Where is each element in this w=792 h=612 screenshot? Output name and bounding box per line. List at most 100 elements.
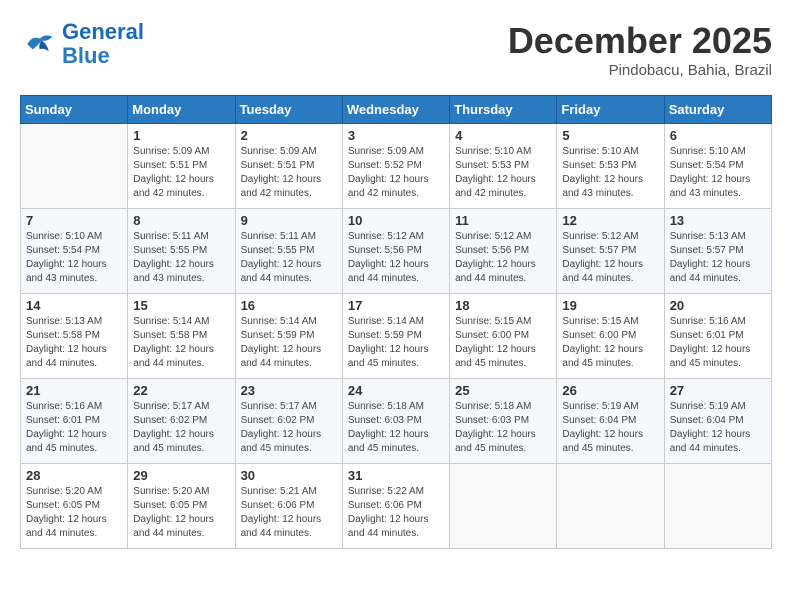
column-header-saturday: Saturday [664,96,771,124]
day-cell: 10 Sunrise: 5:12 AM Sunset: 5:56 PM Dayli… [342,209,449,294]
calendar-body: 1 Sunrise: 5:09 AM Sunset: 5:51 PM Daylig… [21,124,772,549]
day-number: 8 [133,213,229,228]
week-row-4: 21Sunrise: 5:16 AM Sunset: 6:01 PM Dayli… [21,379,772,464]
logo-line1: General [62,19,144,44]
day-info: Sunrise: 5:13 AM Sunset: 5:58 PM Dayligh… [26,315,122,371]
day-cell: 5 Sunrise: 5:10 AM Sunset: 5:53 PM Daylig… [557,124,664,209]
day-number: 10 [348,213,444,228]
day-cell [557,464,664,549]
day-info: Sunrise: 5:12 AM Sunset: 5:57 PM Dayligh… [562,230,658,286]
day-cell [21,124,128,209]
day-info: Sunrise: 5:09 AM Sunset: 5:51 PM Dayligh… [133,145,229,201]
day-cell: 15 Sunrise: 5:14 AM Sunset: 5:58 PM Dayli… [128,294,235,379]
day-cell: 19 Sunrise: 5:15 AM Sunset: 6:00 PM Dayli… [557,294,664,379]
week-row-1: 1 Sunrise: 5:09 AM Sunset: 5:51 PM Daylig… [21,124,772,209]
day-info: Sunrise: 5:10 AM Sunset: 5:53 PM Dayligh… [562,145,658,201]
day-number: 19 [562,298,658,313]
day-info: Sunrise: 5:19 AM Sunset: 6:04 PM Dayligh… [562,400,658,456]
day-info: Sunrise: 5:22 AM Sunset: 6:06 PM Dayligh… [348,485,444,541]
day-cell: 31 Sunrise: 5:22 AM Sunset: 6:06 PM Dayli… [342,464,449,549]
day-info: Sunrise: 5:18 AM Sunset: 6:03 PM Dayligh… [348,400,444,456]
day-info: Sunrise: 5:17 AM Sunset: 6:02 PM Dayligh… [133,400,229,456]
calendar-table: SundayMondayTuesdayWednesdayThursdayFrid… [20,95,772,549]
day-info: Sunrise: 5:20 AM Sunset: 6:05 PM Dayligh… [133,485,229,541]
day-info: Sunrise: 5:20 AM Sunset: 6:05 PM Dayligh… [26,485,122,541]
week-row-2: 7Sunrise: 5:10 AM Sunset: 5:54 PM Daylig… [21,209,772,294]
day-number: 22 [133,383,229,398]
day-info: Sunrise: 5:13 AM Sunset: 5:57 PM Dayligh… [670,230,766,286]
day-number: 25 [455,383,551,398]
day-number: 5 [562,128,658,143]
day-number: 2 [241,128,337,143]
day-cell: 18Sunrise: 5:15 AM Sunset: 6:00 PM Dayli… [450,294,557,379]
day-cell: 30 Sunrise: 5:21 AM Sunset: 6:06 PM Dayli… [235,464,342,549]
day-number: 17 [348,298,444,313]
day-info: Sunrise: 5:14 AM Sunset: 5:58 PM Dayligh… [133,315,229,371]
day-cell: 28Sunrise: 5:20 AM Sunset: 6:05 PM Dayli… [21,464,128,549]
logo-text: General Blue [62,20,144,68]
day-number: 16 [241,298,337,313]
day-cell: 13 Sunrise: 5:13 AM Sunset: 5:57 PM Dayli… [664,209,771,294]
logo: General Blue [20,20,144,68]
day-cell: 23Sunrise: 5:17 AM Sunset: 6:02 PM Dayli… [235,379,342,464]
day-cell: 9Sunrise: 5:11 AM Sunset: 5:55 PM Daylig… [235,209,342,294]
day-cell: 27Sunrise: 5:19 AM Sunset: 6:04 PM Dayli… [664,379,771,464]
day-number: 23 [241,383,337,398]
day-number: 13 [670,213,766,228]
day-cell: 2 Sunrise: 5:09 AM Sunset: 5:51 PM Daylig… [235,124,342,209]
day-cell: 4Sunrise: 5:10 AM Sunset: 5:53 PM Daylig… [450,124,557,209]
week-row-3: 14 Sunrise: 5:13 AM Sunset: 5:58 PM Dayli… [21,294,772,379]
column-header-tuesday: Tuesday [235,96,342,124]
day-number: 15 [133,298,229,313]
day-info: Sunrise: 5:12 AM Sunset: 5:56 PM Dayligh… [455,230,551,286]
day-info: Sunrise: 5:21 AM Sunset: 6:06 PM Dayligh… [241,485,337,541]
day-cell: 1 Sunrise: 5:09 AM Sunset: 5:51 PM Daylig… [128,124,235,209]
day-info: Sunrise: 5:16 AM Sunset: 6:01 PM Dayligh… [670,315,766,371]
day-cell [664,464,771,549]
day-number: 30 [241,468,337,483]
day-number: 7 [26,213,122,228]
day-cell: 25 Sunrise: 5:18 AM Sunset: 6:03 PM Dayli… [450,379,557,464]
day-cell: 6Sunrise: 5:10 AM Sunset: 5:54 PM Daylig… [664,124,771,209]
location: Pindobacu, Bahia, Brazil [508,62,772,79]
logo-line2: Blue [62,43,110,68]
day-cell: 29 Sunrise: 5:20 AM Sunset: 6:05 PM Dayli… [128,464,235,549]
day-info: Sunrise: 5:15 AM Sunset: 6:00 PM Dayligh… [562,315,658,371]
week-row-5: 28Sunrise: 5:20 AM Sunset: 6:05 PM Dayli… [21,464,772,549]
page-header: General Blue December 2025 Pindobacu, Ba… [20,20,772,79]
day-cell: 3Sunrise: 5:09 AM Sunset: 5:52 PM Daylig… [342,124,449,209]
day-number: 12 [562,213,658,228]
day-number: 1 [133,128,229,143]
day-cell: 21Sunrise: 5:16 AM Sunset: 6:01 PM Dayli… [21,379,128,464]
day-info: Sunrise: 5:10 AM Sunset: 5:54 PM Dayligh… [670,145,766,201]
day-cell: 26 Sunrise: 5:19 AM Sunset: 6:04 PM Dayli… [557,379,664,464]
day-cell: 11Sunrise: 5:12 AM Sunset: 5:56 PM Dayli… [450,209,557,294]
day-number: 27 [670,383,766,398]
calendar-header: SundayMondayTuesdayWednesdayThursdayFrid… [21,96,772,124]
day-number: 9 [241,213,337,228]
day-cell: 16 Sunrise: 5:14 AM Sunset: 5:59 PM Dayli… [235,294,342,379]
day-number: 31 [348,468,444,483]
column-header-monday: Monday [128,96,235,124]
day-number: 26 [562,383,658,398]
day-cell: 14 Sunrise: 5:13 AM Sunset: 5:58 PM Dayli… [21,294,128,379]
column-header-friday: Friday [557,96,664,124]
day-number: 29 [133,468,229,483]
day-info: Sunrise: 5:12 AM Sunset: 5:56 PM Dayligh… [348,230,444,286]
month-title: December 2025 [508,20,772,62]
day-info: Sunrise: 5:16 AM Sunset: 6:01 PM Dayligh… [26,400,122,456]
day-number: 14 [26,298,122,313]
day-cell: 24Sunrise: 5:18 AM Sunset: 6:03 PM Dayli… [342,379,449,464]
day-number: 3 [348,128,444,143]
day-info: Sunrise: 5:18 AM Sunset: 6:03 PM Dayligh… [455,400,551,456]
day-cell: 7Sunrise: 5:10 AM Sunset: 5:54 PM Daylig… [21,209,128,294]
day-info: Sunrise: 5:11 AM Sunset: 5:55 PM Dayligh… [133,230,229,286]
day-cell: 8 Sunrise: 5:11 AM Sunset: 5:55 PM Daylig… [128,209,235,294]
day-number: 18 [455,298,551,313]
day-info: Sunrise: 5:09 AM Sunset: 5:51 PM Dayligh… [241,145,337,201]
day-cell: 12 Sunrise: 5:12 AM Sunset: 5:57 PM Dayli… [557,209,664,294]
day-cell [450,464,557,549]
day-info: Sunrise: 5:14 AM Sunset: 5:59 PM Dayligh… [241,315,337,371]
day-cell: 22 Sunrise: 5:17 AM Sunset: 6:02 PM Dayli… [128,379,235,464]
day-cell: 17Sunrise: 5:14 AM Sunset: 5:59 PM Dayli… [342,294,449,379]
